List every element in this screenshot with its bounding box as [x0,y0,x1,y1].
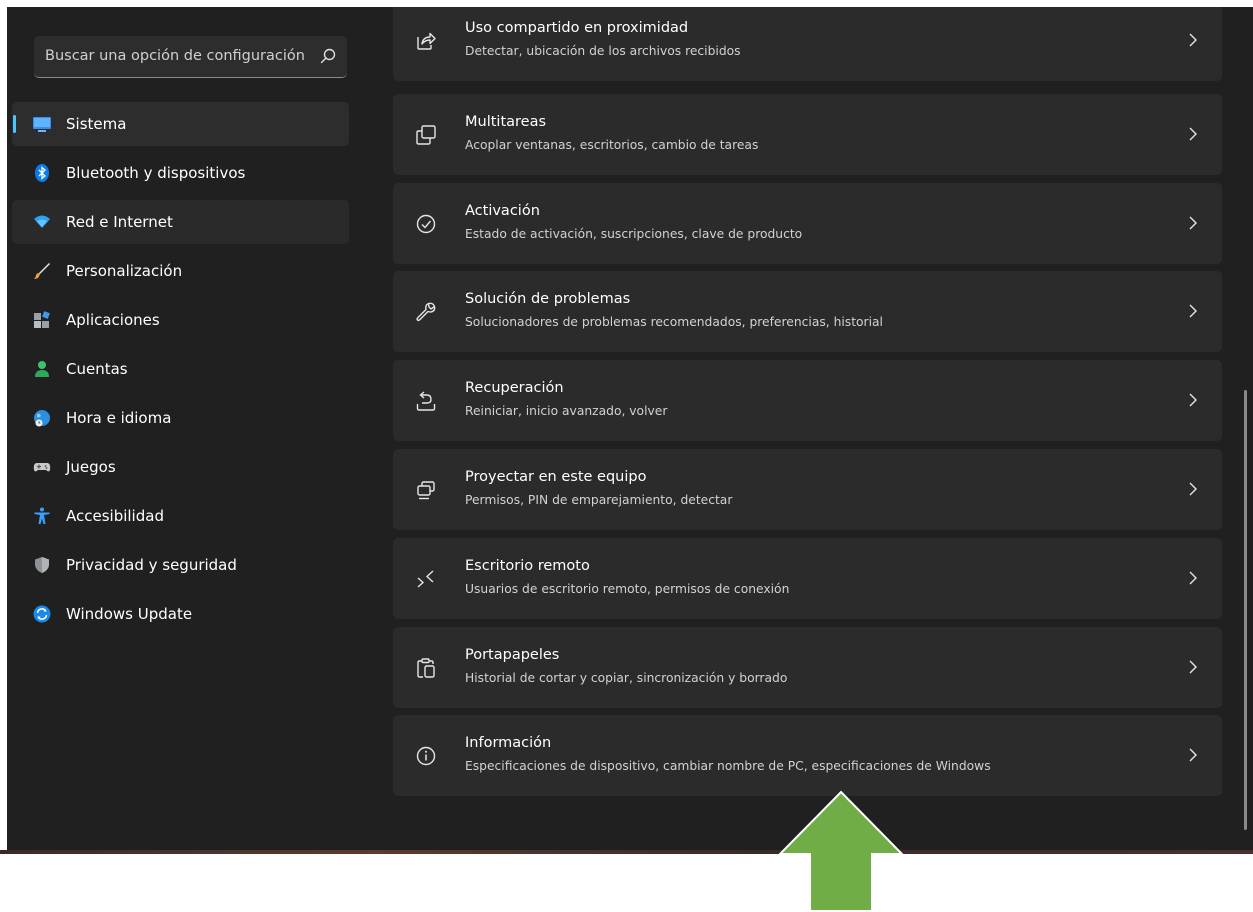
sidebar-item-label: Red e Internet [66,213,173,231]
recovery-icon [416,391,436,411]
card-title: Información [465,735,552,751]
person-icon [35,361,49,377]
chevron-right-icon [1189,482,1197,496]
monitor-icon [33,117,51,132]
sidebar-item-label: Privacidad y seguridad [66,556,237,574]
chevron-right-icon [1189,304,1197,318]
settings-card-informacion[interactable]: Información Especificaciones de disposit… [393,715,1222,796]
remote-desktop-icon [417,570,434,588]
bluetooth-icon [35,164,49,182]
sidebar-item-hora-idioma[interactable]: Hora e idioma [12,396,349,440]
chevron-right-icon [1189,33,1197,47]
sidebar-item-personalizacion[interactable]: Personalización [12,249,349,293]
chevron-right-icon [1189,127,1197,141]
settings-card-multitareas[interactable]: Multitareas Acoplar ventanas, escritorio… [393,94,1222,175]
search-input[interactable] [34,36,304,76]
selection-indicator [13,115,16,133]
sidebar-item-label: Windows Update [66,605,193,623]
sidebar-item-privacidad[interactable]: Privacidad y seguridad [12,543,349,587]
chevron-right-icon [1189,393,1197,407]
share-icon [417,32,436,50]
check-circle-icon [416,214,436,234]
sidebar-item-label: Juegos [66,458,116,476]
sidebar-item-juegos[interactable]: Juegos [12,445,349,489]
multitask-icon [416,125,436,145]
sidebar-item-accesibilidad[interactable]: Accesibilidad [12,494,349,538]
settings-card-activacion[interactable]: Activación Estado de activación, suscrip… [393,183,1222,264]
wifi-icon [34,215,50,228]
sidebar-item-red[interactable]: Red e Internet [12,200,349,244]
card-title: Proyectar en este equipo [465,469,647,485]
sidebar-item-label: Accesibilidad [66,507,164,525]
clipboard-icon [417,658,435,678]
update-icon [33,605,51,623]
sidebar-item-label: Bluetooth y dispositivos [66,164,246,182]
sidebar-item-sistema[interactable]: Sistema [12,102,349,146]
settings-card-proyectar[interactable]: Proyectar en este equipo Permisos, PIN d… [393,449,1222,530]
accessibility-icon [34,507,50,524]
settings-card-recuperacion[interactable]: Recuperación Reiniciar, inicio avanzado,… [393,360,1222,441]
wrench-icon [416,302,436,322]
card-description: Permisos, PIN de emparejamiento, detecta… [465,493,733,507]
chevron-right-icon [1189,571,1197,585]
chevron-right-icon [1189,660,1197,674]
card-description: Especificaciones de dispositivo, cambiar… [465,759,991,773]
sidebar-item-label: Aplicaciones [66,311,160,329]
settings-window: Sistema Bluetooth y dispositivos Red e I… [7,7,1253,850]
shield-icon [35,557,49,573]
settings-card-escritorio-remoto[interactable]: Escritorio remoto Usuarios de escritorio… [393,538,1222,619]
sidebar-nav: Sistema Bluetooth y dispositivos Red e I… [12,102,349,641]
card-title: Uso compartido en proximidad [465,20,689,36]
brush-icon [34,263,50,279]
card-description: Estado de activación, suscripciones, cla… [465,227,803,241]
sidebar-item-label: Personalización [66,262,183,280]
sidebar-item-label: Hora e idioma [66,409,172,427]
sidebar-item-windows-update[interactable]: Windows Update [12,592,349,636]
card-title: Portapapeles [465,647,560,663]
card-title: Solución de problemas [465,291,631,307]
card-description: Detectar, ubicación de los archivos reci… [465,44,741,58]
desktop-wallpaper-strip [0,850,1253,854]
card-title: Escritorio remoto [465,558,590,574]
card-description: Reiniciar, inicio avanzado, volver [465,404,668,418]
globe-clock-icon [34,410,50,427]
card-title: Recuperación [465,380,564,396]
sidebar-item-bluetooth[interactable]: Bluetooth y dispositivos [12,151,349,195]
chevron-right-icon [1189,216,1197,230]
sidebar-item-label: Cuentas [66,360,128,378]
settings-card-uso-compartido[interactable]: Uso compartido en proximidad Detectar, u… [393,7,1222,81]
card-description: Solucionadores de problemas recomendados… [465,315,883,329]
search-icon[interactable] [319,47,337,65]
search-box[interactable] [34,36,347,78]
card-title: Multitareas [465,114,547,130]
gamepad-icon [33,463,51,472]
card-description: Usuarios de escritorio remoto, permisos … [465,582,790,596]
project-icon [417,481,435,500]
card-description: Acoplar ventanas, escritorios, cambio de… [465,138,759,152]
chevron-right-icon [1189,748,1197,762]
info-icon [416,746,436,766]
card-title: Activación [465,203,540,219]
sidebar-item-cuentas[interactable]: Cuentas [12,347,349,391]
settings-card-portapapeles[interactable]: Portapapeles Historial de cortar y copia… [393,627,1222,708]
sidebar-item-label: Sistema [66,115,127,133]
vertical-scrollbar[interactable] [1244,390,1247,830]
sidebar-item-aplicaciones[interactable]: Aplicaciones [12,298,349,342]
annotation-arrow-icon [778,790,904,912]
apps-icon [34,311,50,328]
settings-card-solucion-problemas[interactable]: Solución de problemas Solucionadores de … [393,271,1222,352]
card-description: Historial de cortar y copiar, sincroniza… [465,671,788,685]
